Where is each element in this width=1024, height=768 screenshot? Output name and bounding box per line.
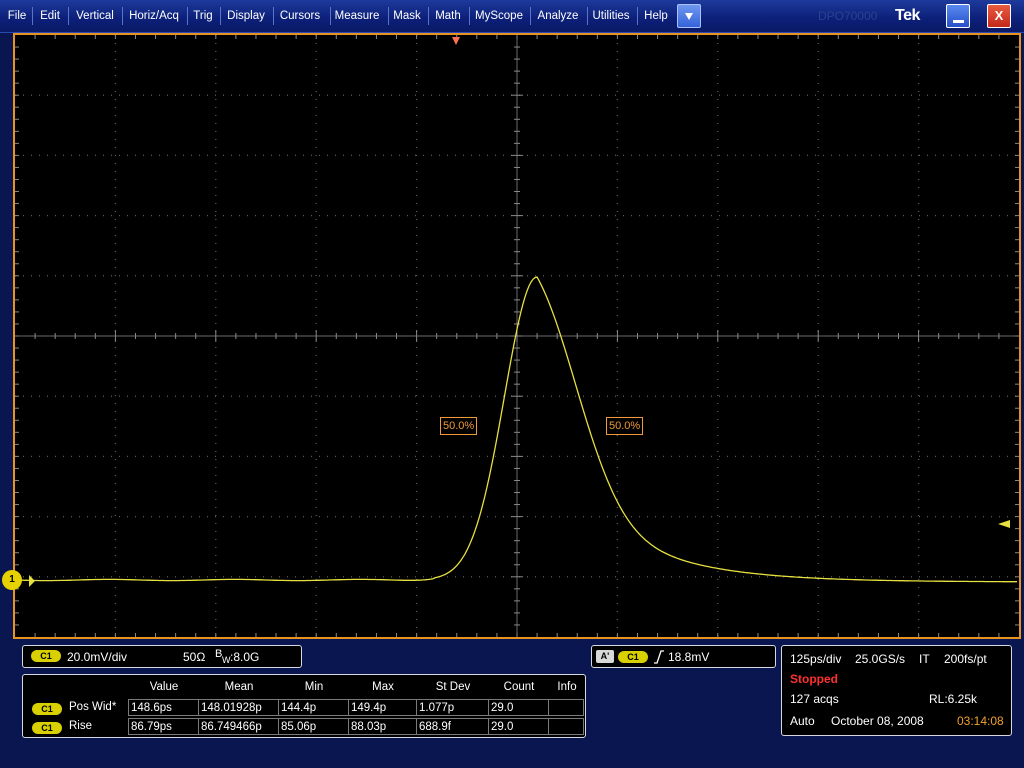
menu-separator [428, 7, 429, 25]
col-header-mean: Mean [224, 681, 254, 693]
minimize-icon [953, 20, 964, 23]
menu-myscope[interactable]: MyScope [472, 0, 526, 32]
channel-scale: 20.0mV/div [67, 650, 128, 664]
menu-utilities[interactable]: Utilities [590, 0, 632, 32]
menu-trig[interactable]: Trig [190, 0, 216, 32]
measurement-mean: 86.749466p [198, 718, 279, 735]
chevron-down-icon [685, 13, 693, 20]
acquisition-count: 127 acqs [790, 692, 839, 706]
record-length: RL:6.25k [929, 692, 978, 706]
menu-separator [187, 7, 188, 25]
measurement-table[interactable]: Value Mean Min Max St Dev Count Info C1 … [22, 674, 586, 738]
trigger-level: 18.8mV [668, 650, 710, 664]
acquisition-state: Stopped [790, 672, 838, 686]
menu-help[interactable]: Help [641, 0, 671, 32]
menu-separator [469, 7, 470, 25]
menu-separator [220, 7, 221, 25]
col-header-count: Count [503, 681, 535, 693]
trigger-position-marker [452, 37, 460, 45]
menu-edit[interactable]: Edit [35, 0, 65, 32]
measurement-max: 88.03p [348, 718, 417, 735]
measurement-info [548, 718, 584, 735]
menu-math[interactable]: Math [431, 0, 465, 32]
menu-separator [122, 7, 123, 25]
tek-logo: Tek [895, 7, 920, 24]
graticule [15, 35, 1019, 637]
measurement-max: 149.4p [348, 699, 417, 716]
menu-separator [637, 7, 638, 25]
menu-display[interactable]: Display [223, 0, 269, 32]
measurement-min: 85.06p [278, 718, 349, 735]
menu-bar: File Edit Vertical Horiz/Acq Trig Displa… [0, 0, 1024, 33]
rising-edge-icon [654, 650, 664, 664]
date-readout: October 08, 2008 [831, 714, 924, 728]
trigger-source-badge: C1 [618, 651, 648, 663]
channel-impedance: 50Ω [183, 650, 206, 664]
menu-separator [530, 7, 531, 25]
menu-separator [273, 7, 274, 25]
menu-vertical[interactable]: Vertical [71, 0, 119, 32]
time-resolution: 200fs/pt [944, 652, 987, 666]
measurement-stdev: 1.077p [416, 699, 489, 716]
channel-1-marker[interactable]: 1 [2, 570, 22, 590]
measurement-value: 86.79ps [128, 718, 199, 735]
close-button[interactable]: X [987, 4, 1011, 28]
measurement-mean: 148.01928p [198, 699, 279, 716]
menu-separator [388, 7, 389, 25]
channel-badge: C1 [31, 650, 61, 662]
waveform-trace [21, 276, 1017, 583]
col-header-stdev: St Dev [435, 681, 471, 693]
measurement-min: 144.4p [278, 699, 349, 716]
measurement-name[interactable]: Rise [67, 718, 129, 735]
trigger-readout-panel[interactable]: A' C1 18.8mV [591, 645, 776, 668]
measurement-value: 148.6ps [128, 699, 199, 716]
menu-measure[interactable]: Measure [333, 0, 381, 32]
menu-horiz-acq[interactable]: Horiz/Acq [125, 0, 183, 32]
trigger-mode: Auto [790, 714, 815, 728]
ref-level-label-right: 50.0% [606, 417, 644, 435]
measurement-name[interactable]: Pos Wid* [67, 699, 129, 716]
menu-separator [330, 7, 331, 25]
acquisition-mode: IT [919, 652, 930, 666]
menu-separator [68, 7, 69, 25]
measurement-info [548, 699, 584, 716]
col-header-value: Value [149, 681, 179, 693]
col-header-info: Info [557, 681, 577, 693]
model-watermark: DPO70000 [818, 9, 878, 23]
trigger-mode-badge: A' [596, 650, 614, 663]
menu-mask[interactable]: Mask [391, 0, 423, 32]
measurement-count: 29.0 [488, 718, 549, 735]
channel-readout-panel[interactable]: C1 20.0mV/div 50Ω B W :8.0G [22, 645, 302, 668]
timebase-readout-panel[interactable]: 125ps/div 25.0GS/s IT 200fs/pt Stopped 1… [781, 645, 1012, 736]
horizontal-scale: 125ps/div [790, 652, 842, 666]
sample-rate: 25.0GS/s [855, 652, 906, 666]
menu-analyze[interactable]: Analyze [533, 0, 583, 32]
time-readout: 03:14:08 [957, 714, 1004, 728]
bandwidth-value: :8.0G [230, 650, 260, 664]
measurement-stdev: 688.9f [416, 718, 489, 735]
menu-file[interactable]: File [4, 0, 30, 32]
ref-level-label-left: 50.0% [440, 417, 478, 435]
col-header-min: Min [304, 681, 324, 693]
menu-dropdown-button[interactable] [677, 4, 701, 28]
measurement-source-badge: C1 [32, 722, 62, 734]
measurement-count: 29.0 [488, 699, 549, 716]
col-header-max: Max [372, 681, 394, 693]
menu-separator [587, 7, 588, 25]
measurement-source-badge: C1 [32, 703, 62, 715]
menu-cursors[interactable]: Cursors [276, 0, 324, 32]
trigger-level-marker [998, 520, 1010, 528]
scope-display[interactable]: 50.0% 50.0% [13, 33, 1021, 639]
minimize-button[interactable] [946, 4, 970, 28]
menu-separator [32, 7, 33, 25]
